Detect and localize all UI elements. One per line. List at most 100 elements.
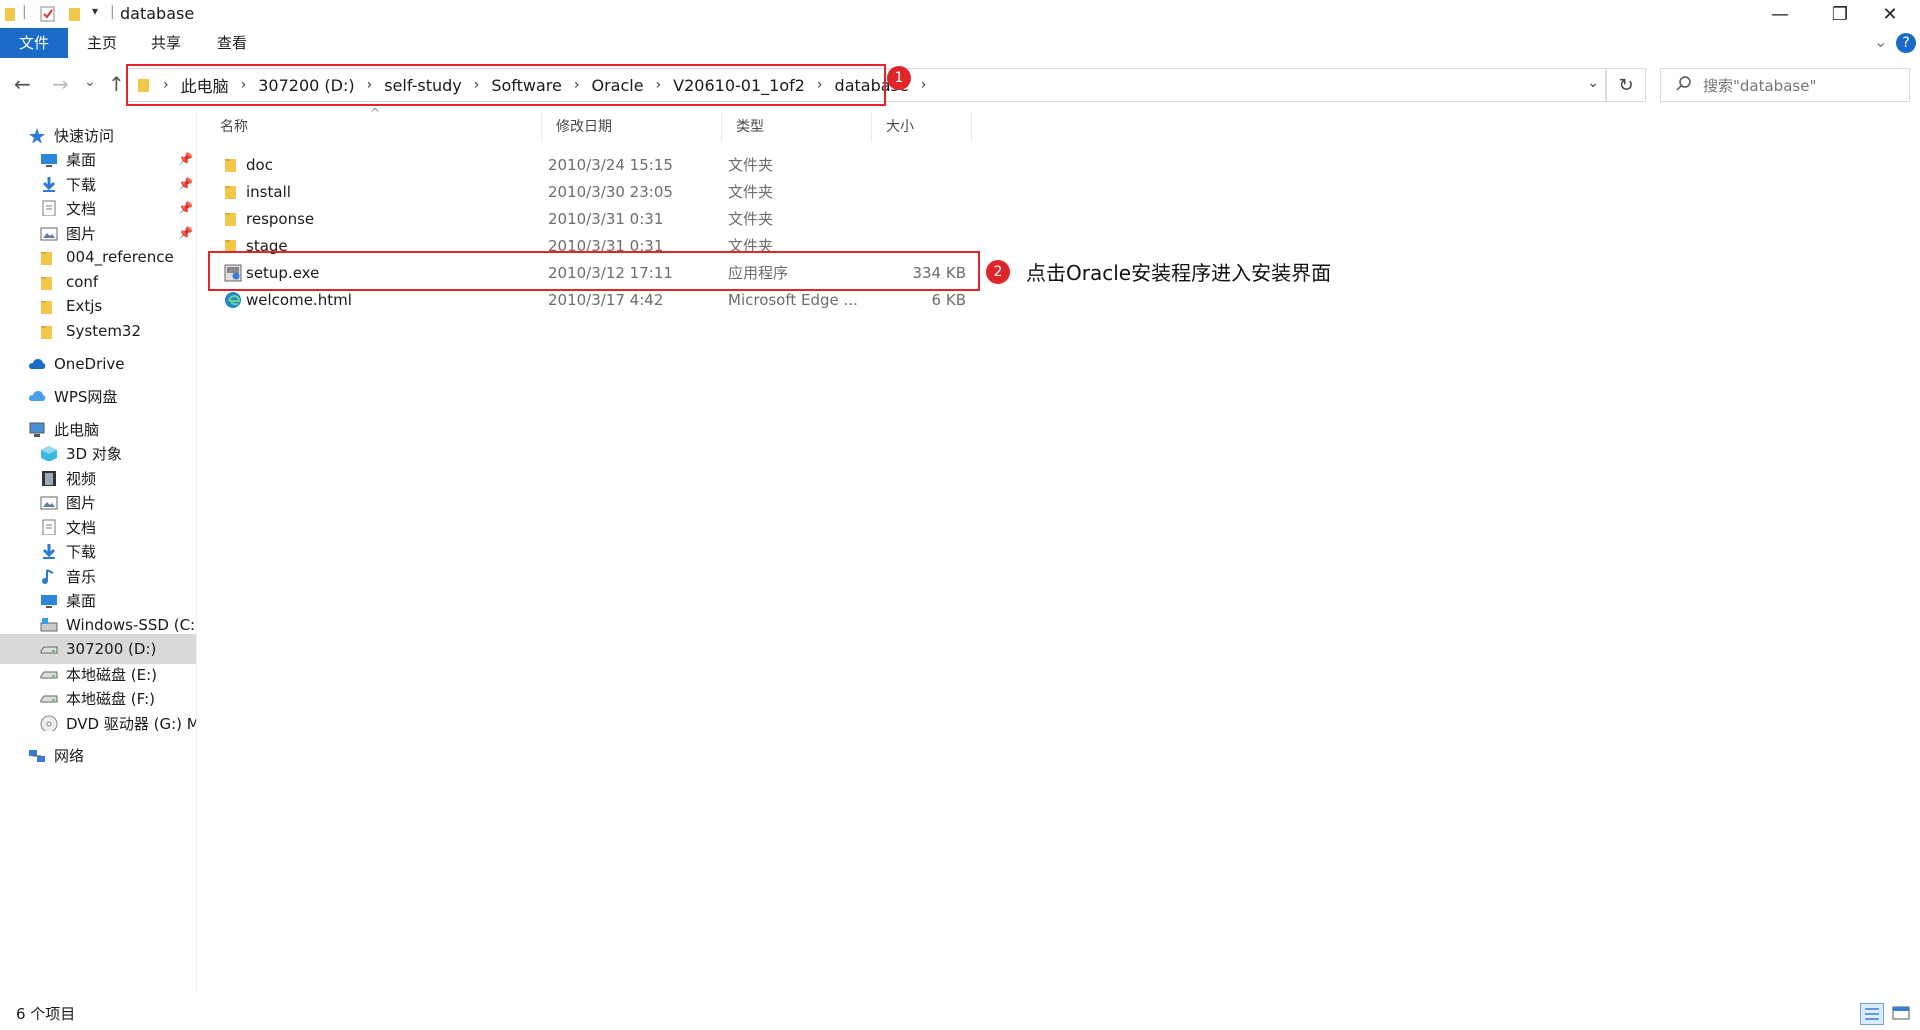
folder-icon: [41, 301, 52, 314]
address-dropdown-icon[interactable]: ⌄: [1587, 75, 1599, 91]
column-type[interactable]: 类型: [722, 112, 872, 142]
sidebar-item[interactable]: System32: [0, 316, 196, 346]
sidebar-item-label: System32: [66, 322, 142, 340]
column-size[interactable]: 大小: [872, 112, 972, 142]
tab-view[interactable]: 查看: [204, 28, 260, 58]
column-date-modified[interactable]: 修改日期: [542, 112, 722, 142]
ribbon-tabs: 文件 主页 共享 查看 ⌄ ?: [0, 28, 1920, 59]
file-date: 2010/3/24 15:15: [548, 156, 673, 174]
up-button[interactable]: ↑: [108, 72, 125, 96]
file-type: 文件夹: [728, 156, 774, 174]
sidebar-item-label: 307200 (D:): [66, 640, 157, 658]
file-type: 文件夹: [728, 210, 774, 228]
forward-button[interactable]: →: [52, 72, 69, 96]
large-icons-view-button[interactable]: [1890, 1003, 1914, 1025]
pin-icon[interactable]: 📌: [178, 152, 193, 166]
sidebar-item[interactable]: 网络: [0, 740, 196, 770]
sidebar-item-label: 文档: [66, 199, 97, 218]
file-date: 2010/3/17 4:42: [548, 291, 664, 309]
annotation-badge-2: 2: [986, 260, 1010, 284]
column-headers: ^ 名称 修改日期 类型 大小: [206, 106, 972, 142]
search-icon: [1676, 76, 1691, 91]
sidebar-item-label: OneDrive: [54, 355, 125, 373]
video-icon: [42, 471, 56, 486]
quick-access-dropdown-icon[interactable]: ▾: [92, 4, 98, 18]
tab-share[interactable]: 共享: [138, 28, 194, 58]
document-icon: [42, 519, 56, 535]
window-title: database: [120, 4, 195, 23]
navigation-pane: 快速访问 桌面 📌 下载 📌 文档 📌 图片 📌 004_reference conf Extjs Sy…: [0, 112, 197, 992]
sidebar-item-label: 004_reference: [66, 248, 174, 266]
file-row[interactable]: response 2010/3/31 0:31 文件夹: [206, 206, 972, 233]
desktop-icon: [41, 595, 57, 608]
dvd-icon: [40, 715, 58, 731]
sidebar-item[interactable]: OneDrive: [0, 349, 196, 379]
sidebar-item[interactable]: WPS网盘: [0, 381, 196, 411]
toolbar-divider: |: [22, 4, 27, 20]
annotation-box-setup: [208, 251, 980, 291]
drive-icon: [40, 671, 58, 679]
sidebar-item-label: 网络: [54, 746, 85, 765]
minimize-button[interactable]: —: [1750, 0, 1810, 28]
folder-icon: [41, 277, 52, 290]
sidebar-item-label: 音乐: [66, 567, 97, 586]
file-row[interactable]: install 2010/3/30 23:05 文件夹: [206, 179, 972, 206]
file-date: 2010/3/31 0:31: [548, 210, 664, 228]
sidebar-item-label: 图片: [66, 493, 97, 512]
file-name: response: [246, 210, 315, 228]
sidebar-item-label: WPS网盘: [54, 387, 118, 406]
download-icon: [42, 177, 56, 192]
tab-home[interactable]: 主页: [74, 28, 130, 58]
new-folder-icon[interactable]: [68, 6, 82, 22]
file-name: doc: [246, 156, 273, 174]
pin-icon[interactable]: 📌: [178, 226, 193, 240]
properties-icon[interactable]: [40, 6, 56, 22]
music-icon: [42, 569, 54, 584]
download-icon: [42, 544, 56, 559]
sidebar-item-label: 本地磁盘 (F:): [66, 689, 155, 708]
file-size: [878, 179, 966, 206]
back-button[interactable]: ←: [14, 72, 31, 96]
edge-icon: [225, 292, 241, 308]
file-row[interactable]: doc 2010/3/24 15:15 文件夹: [206, 152, 972, 179]
drive-icon: [40, 646, 58, 654]
search-input[interactable]: [1701, 73, 1905, 99]
desktop-icon: [41, 154, 57, 167]
network-icon: [29, 750, 45, 762]
column-name[interactable]: 名称: [206, 112, 542, 142]
pin-icon[interactable]: 📌: [178, 177, 193, 191]
annotation-note: 点击Oracle安装程序进入安装界面: [1026, 261, 1332, 285]
sidebar-item-label: 3D 对象: [66, 444, 122, 463]
close-button[interactable]: ✕: [1860, 0, 1920, 28]
pin-icon[interactable]: 📌: [178, 201, 193, 215]
sidebar-item-label: 下载: [66, 175, 97, 194]
cloud-icon: [29, 359, 46, 369]
ribbon-expand-icon[interactable]: ⌄: [1874, 32, 1887, 51]
help-icon[interactable]: ?: [1896, 33, 1916, 53]
breadcrumb-separator[interactable]: ›: [915, 77, 933, 93]
file-size: [878, 206, 966, 233]
sidebar-item-label: DVD 驱动器 (G:) M: [66, 714, 196, 733]
sidebar-item-label: Extjs: [66, 297, 103, 315]
search-box[interactable]: [1660, 68, 1910, 102]
details-view-icon: [1865, 1008, 1879, 1020]
file-row[interactable]: welcome.html 2010/3/17 4:42 Microsoft Edge…: [206, 287, 972, 314]
recent-locations-button[interactable]: ⌄: [84, 74, 96, 90]
title-bar: | ▾ | database — ❐ ✕: [0, 0, 1920, 28]
file-date: 2010/3/30 23:05: [548, 183, 673, 201]
3d-objects-icon: [41, 446, 57, 461]
sidebar-item-label: Windows-SSD (C:): [66, 616, 196, 634]
folder-icon: [225, 186, 236, 199]
sidebar-item-label: 图片: [66, 224, 97, 243]
details-view-button[interactable]: [1860, 1003, 1884, 1025]
folder-icon: [225, 213, 236, 226]
drive-icon: [40, 695, 58, 703]
toolbar-divider: |: [110, 4, 115, 20]
sidebar-item-label: 下载: [66, 542, 97, 561]
tab-file[interactable]: 文件: [0, 28, 68, 58]
document-icon: [42, 200, 56, 216]
sidebar-item[interactable]: DVD 驱动器 (G:) M: [0, 708, 196, 738]
refresh-button[interactable]: ↻: [1606, 68, 1646, 102]
annotation-box-address: [126, 64, 886, 106]
file-size: 6 KB: [931, 291, 966, 309]
